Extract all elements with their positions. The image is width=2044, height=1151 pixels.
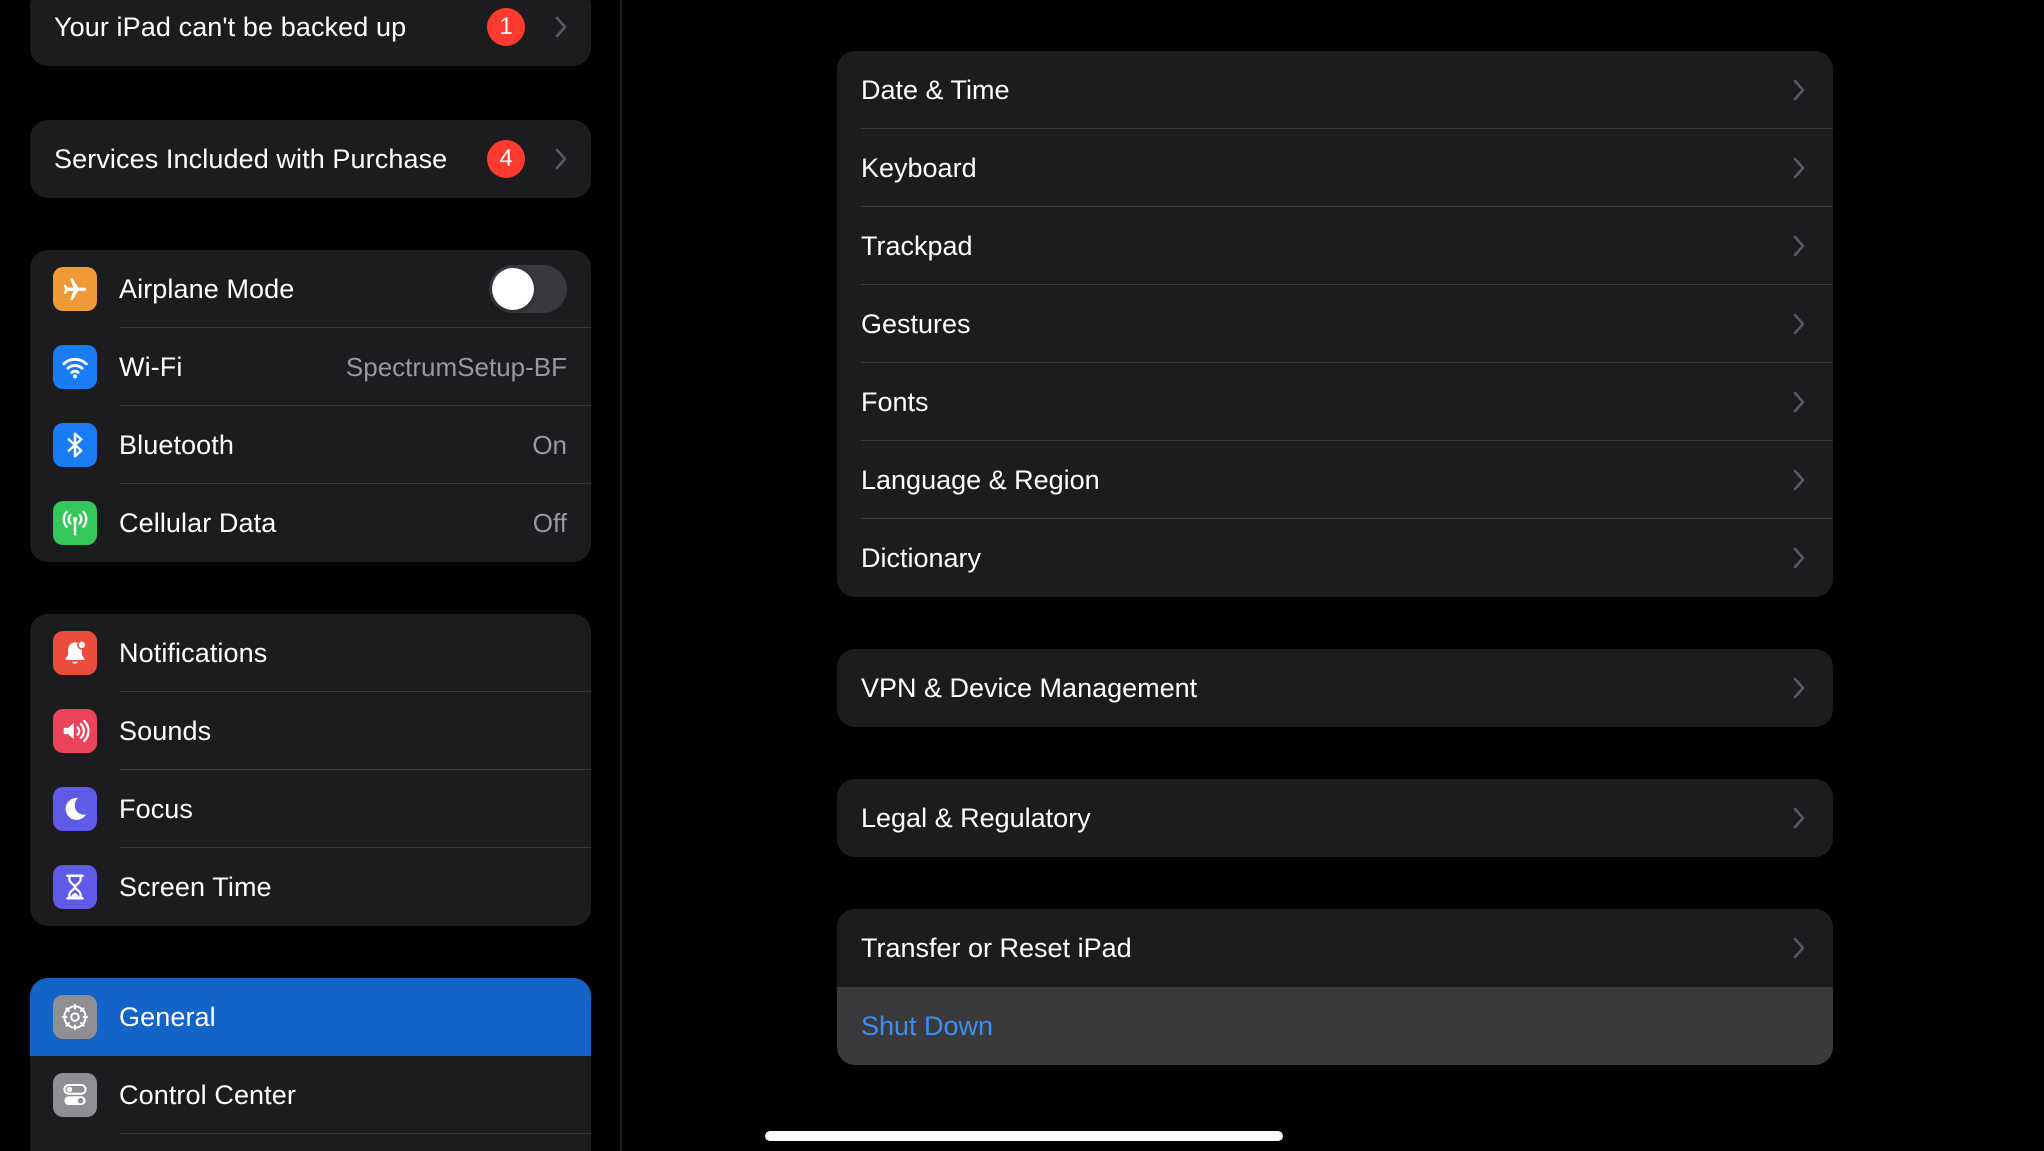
chevron-right-icon [1791,936,1807,960]
sidebar-divider [620,0,622,1151]
backup-group: Your iPad can't be backed up 1 [30,0,591,66]
sidebar-item-label: Sounds [119,715,212,746]
services-row[interactable]: Services Included with Purchase 4 [30,120,591,198]
row-label: Legal & Regulatory [861,802,1091,833]
sidebar-item-general[interactable]: General [30,978,591,1056]
chevron-right-icon [553,147,569,171]
sidebar-item-bluetooth[interactable]: Bluetooth On [30,406,591,484]
cellular-status-value: Off [532,507,567,538]
wifi-network-value: SpectrumSetup-BF [345,351,567,382]
row-label: Transfer or Reset iPad [861,932,1132,963]
sidebar-item-airplane-mode[interactable]: Airplane Mode [30,250,591,328]
date-time-row[interactable]: Date & Time [837,51,1833,129]
sidebar-item-label: Airplane Mode [119,273,295,304]
shut-down-label: Shut Down [861,1010,994,1041]
row-label: Fonts [861,386,929,417]
legal-group: Legal & Regulatory [837,779,1833,857]
backup-warning-label: Your iPad can't be backed up [54,11,407,42]
sidebar-item-wifi[interactable]: Wi-Fi SpectrumSetup-BF [30,328,591,406]
sidebar-item-label: Bluetooth [119,429,234,460]
vpn-device-management-row[interactable]: VPN & Device Management [837,649,1833,727]
row-label: Language & Region [861,464,1100,495]
chevron-right-icon [1791,156,1807,180]
sidebar-item-screen-time[interactable]: Screen Time [30,848,591,926]
wifi-icon [53,345,97,389]
vpn-group: VPN & Device Management [837,649,1833,727]
chevron-right-icon [1791,234,1807,258]
system-group: General Control Center [30,978,591,1151]
sidebar: Your iPad can't be backed up 1 Services … [0,0,620,1151]
sidebar-item-label: Cellular Data [119,507,277,538]
chevron-right-icon [1791,546,1807,570]
chevron-right-icon [1791,390,1807,414]
services-label: Services Included with Purchase [54,143,448,174]
moon-icon [53,787,97,831]
gear-icon [53,995,97,1039]
sidebar-item-label: Notifications [119,637,268,668]
sidebar-item-control-center[interactable]: Control Center [30,1056,591,1134]
chevron-right-icon [1791,468,1807,492]
row-label: VPN & Device Management [861,672,1198,703]
antenna-icon [53,501,97,545]
fonts-row[interactable]: Fonts [837,363,1833,441]
keyboard-row[interactable]: Keyboard [837,129,1833,207]
sidebar-item-focus[interactable]: Focus [30,770,591,848]
shut-down-button[interactable]: Shut Down [837,987,1833,1065]
row-label: Date & Time [861,74,1010,105]
hourglass-icon [53,865,97,909]
sidebar-item-label: Screen Time [119,871,272,902]
toggle-knob [492,268,534,310]
airplane-mode-toggle[interactable] [489,265,567,313]
switches-icon [53,1073,97,1117]
dictionary-row[interactable]: Dictionary [837,519,1833,597]
sidebar-item-label: Control Center [119,1079,296,1110]
chevron-right-icon [1791,78,1807,102]
services-badge: 4 [487,140,525,178]
alerts-group: Notifications Sounds Focus Screen Time [30,614,591,926]
chevron-right-icon [1791,806,1807,830]
sidebar-item-label: Focus [119,793,194,824]
chevron-right-icon [1791,312,1807,336]
speaker-icon [53,709,97,753]
sidebar-item-label: Wi-Fi [119,351,183,382]
row-label: Keyboard [861,152,977,183]
services-group: Services Included with Purchase 4 [30,120,591,198]
bluetooth-status-value: On [532,429,567,460]
sidebar-item-cellular-data[interactable]: Cellular Data Off [30,484,591,562]
language-region-row[interactable]: Language & Region [837,441,1833,519]
bluetooth-icon [53,423,97,467]
trackpad-row[interactable]: Trackpad [837,207,1833,285]
sidebar-item-notifications[interactable]: Notifications [30,614,591,692]
bell-icon [53,631,97,675]
home-indicator[interactable] [765,1131,1283,1141]
row-label: Dictionary [861,542,982,573]
reset-group: Transfer or Reset iPad Shut Down [837,909,1833,1065]
row-label: Gestures [861,308,971,339]
transfer-reset-row[interactable]: Transfer or Reset iPad [837,909,1833,987]
connectivity-group: Airplane Mode Wi-Fi SpectrumSetup-BF Blu… [30,250,591,562]
chevron-right-icon [553,15,569,39]
legal-regulatory-row[interactable]: Legal & Regulatory [837,779,1833,857]
sidebar-item-label: General [119,1001,216,1032]
backup-badge: 1 [487,8,525,46]
chevron-right-icon [1791,676,1807,700]
settings-screen: Your iPad can't be backed up 1 Services … [0,0,2044,1151]
sidebar-item-sounds[interactable]: Sounds [30,692,591,770]
gestures-row[interactable]: Gestures [837,285,1833,363]
backup-warning-row[interactable]: Your iPad can't be backed up 1 [30,0,591,66]
row-label: Trackpad [861,230,973,261]
general-settings-group: Date & Time Keyboard Trackpad Gestures F… [837,51,1833,597]
airplane-icon [53,267,97,311]
